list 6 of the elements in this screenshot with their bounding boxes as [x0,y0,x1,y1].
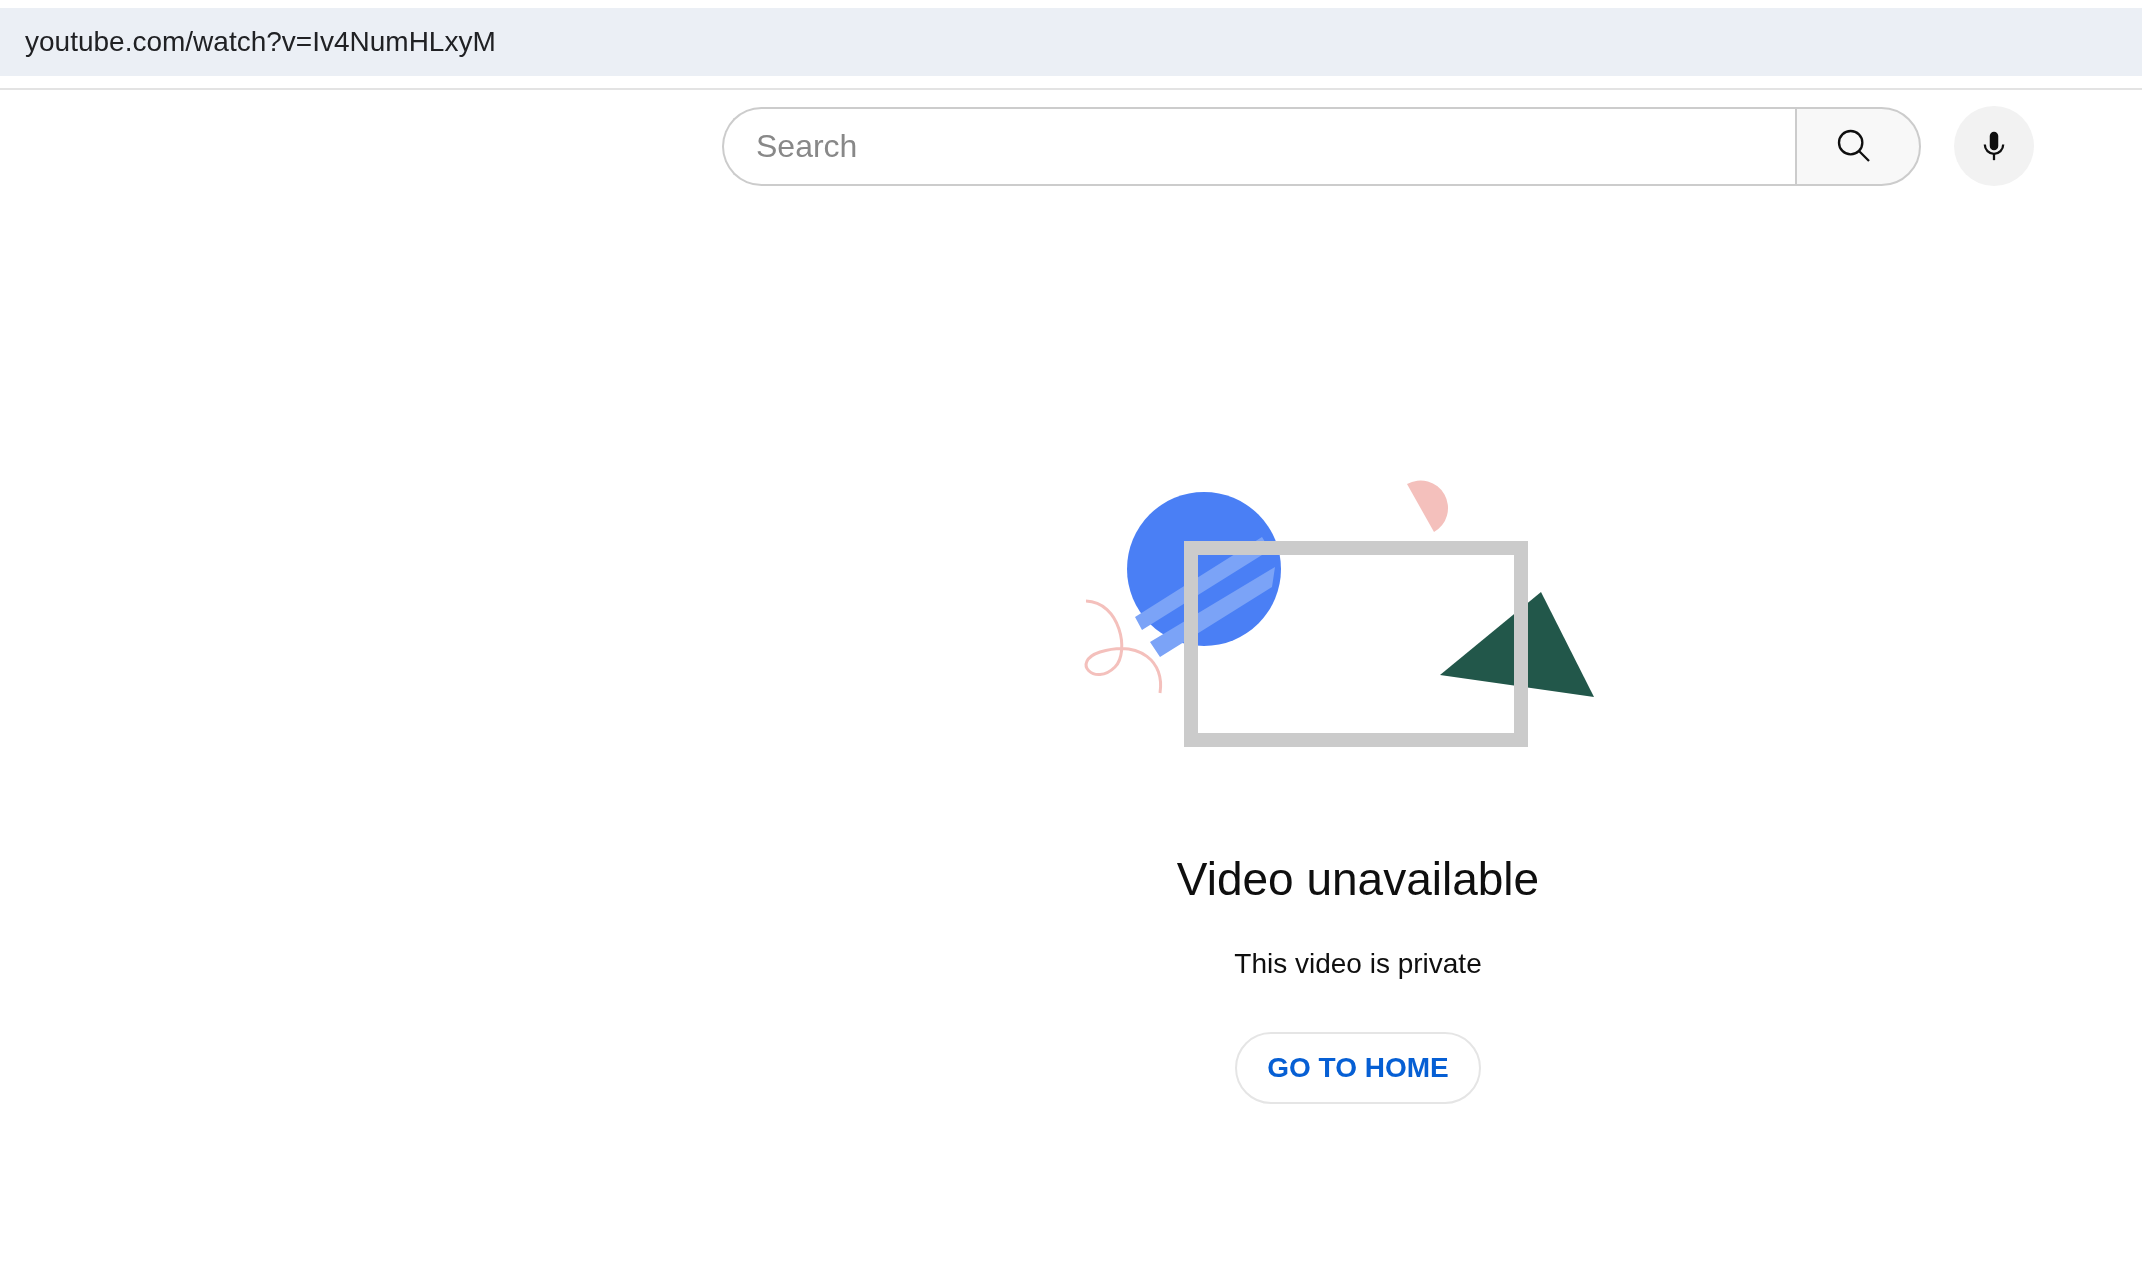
search-field[interactable]: Search [722,106,1795,186]
error-title: Video unavailable [1176,852,1540,906]
address-bar[interactable]: youtube.com/watch?v=Iv4NumHLxyM [0,8,2142,76]
error-message: This video is private [1234,948,1482,980]
search-button[interactable] [1795,106,1921,186]
go-home-button[interactable]: GO TO HOME [1235,1032,1481,1104]
